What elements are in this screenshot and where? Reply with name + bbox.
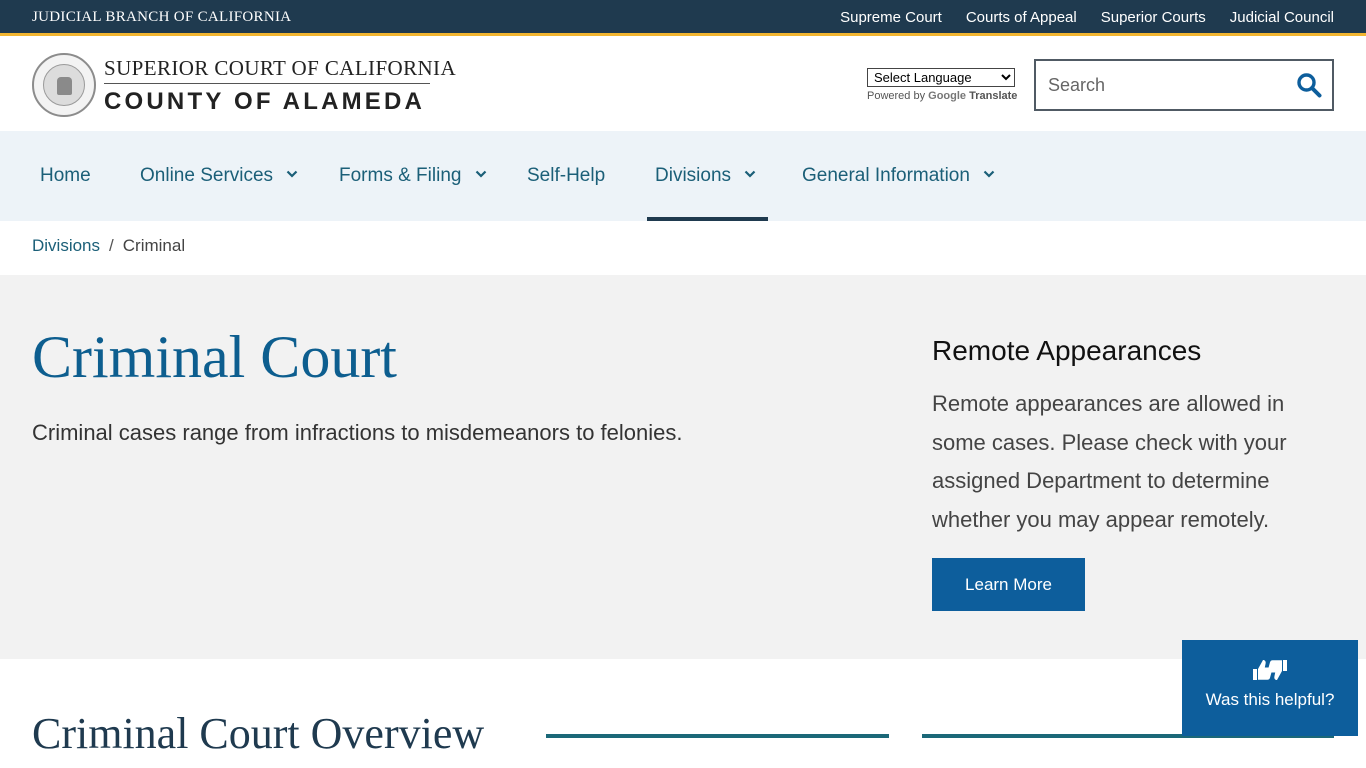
judicial-branch-bar: JUDICIAL BRANCH OF CALIFORNIA Supreme Co… [0, 0, 1366, 36]
court-seal-logo[interactable] [32, 53, 96, 117]
chevron-down-icon [287, 170, 298, 178]
chevron-down-icon [475, 170, 487, 178]
courts-of-appeal-link[interactable]: Courts of Appeal [966, 9, 1077, 26]
main-navigation: Home Online Services Forms & Filing Self… [0, 131, 1366, 221]
nav-general-information-label: General Information [802, 165, 970, 186]
nav-home[interactable]: Home [40, 131, 91, 221]
powered-by-google: Powered by Google Translate [867, 90, 1017, 102]
breadcrumb-current: Criminal [122, 236, 186, 255]
nav-self-help[interactable]: Self-Help [527, 131, 605, 221]
breadcrumb-divisions-link[interactable]: Divisions [32, 236, 100, 255]
feedback-widget[interactable]: Was this helpful? [1182, 640, 1358, 736]
judicial-council-link[interactable]: Judicial Council [1230, 9, 1334, 26]
site-search [1034, 59, 1334, 111]
nav-online-services-label: Online Services [140, 165, 274, 186]
powered-by-text: Powered by [867, 90, 926, 102]
judicial-branch-links: Supreme Court Courts of Appeal Superior … [840, 9, 1334, 26]
nav-online-services[interactable]: Online Services [140, 131, 298, 221]
nav-forms-filing-label: Forms & Filing [339, 165, 462, 186]
nav-home-label: Home [40, 165, 91, 186]
nav-divisions-label: Divisions [655, 165, 732, 186]
remote-appearances-title: Remote Appearances [932, 335, 1202, 366]
search-button[interactable] [1296, 72, 1322, 98]
court-name-line2[interactable]: COUNTY OF ALAMEDA [104, 88, 425, 116]
page-title: Criminal Court [32, 324, 397, 390]
court-name-line1[interactable]: SUPERIOR COURT OF CALIFORNIA [104, 56, 456, 81]
thumbs-up-down-icon [1253, 660, 1287, 680]
learn-more-button[interactable]: Learn More [932, 558, 1085, 611]
nav-general-information[interactable]: General Information [802, 131, 995, 221]
google-translate-widget: Select Language Powered by Google Transl… [867, 68, 1017, 102]
nav-self-help-label: Self-Help [527, 165, 606, 186]
site-header: SUPERIOR COURT OF CALIFORNIA COUNTY OF A… [0, 39, 1366, 131]
overview-heading: Criminal Court Overview [32, 709, 485, 758]
supreme-court-link[interactable]: Supreme Court [840, 9, 942, 26]
superior-courts-link[interactable]: Superior Courts [1101, 9, 1206, 26]
google-logo-text[interactable]: Google [928, 90, 966, 102]
chevron-down-icon [745, 170, 756, 178]
breadcrumb-separator: / [109, 236, 114, 255]
page-lead-text: Criminal cases range from infractions to… [32, 420, 683, 445]
court-name-divider [104, 83, 430, 84]
remote-appearances-text: Remote appearances are allowed in some c… [932, 391, 1287, 532]
nav-forms-filing[interactable]: Forms & Filing [339, 131, 487, 221]
hero-section: Criminal Court Criminal cases range from… [0, 275, 1366, 659]
judicial-branch-title[interactable]: JUDICIAL BRANCH OF CALIFORNIA [32, 9, 291, 26]
search-icon [1297, 73, 1322, 98]
search-input[interactable] [1036, 61, 1286, 109]
chevron-down-icon [983, 170, 995, 178]
overview-divider [546, 734, 889, 738]
nav-divisions[interactable]: Divisions [646, 131, 769, 221]
breadcrumb: Divisions / Criminal [32, 236, 185, 256]
language-select[interactable]: Select Language [867, 68, 1015, 87]
translate-text[interactable]: Translate [969, 90, 1017, 102]
feedback-label: Was this helpful? [1205, 690, 1335, 709]
